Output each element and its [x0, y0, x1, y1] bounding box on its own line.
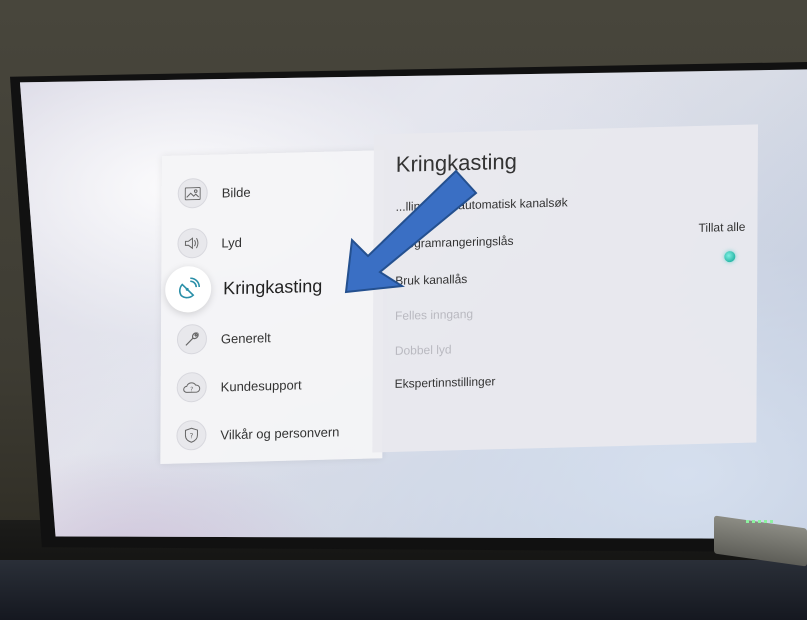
sidebar-item-vilkar[interactable]: ? Vilkår og personvern [176, 413, 339, 453]
sidebar-item-kringkasting[interactable]: Kringkasting [165, 265, 323, 313]
rating-lock-value: Tillat alle [698, 219, 746, 235]
sidebar-item-label: Kundesupport [220, 376, 302, 394]
sidebar-item-lyd[interactable]: Lyd [177, 224, 242, 262]
sidebar-item-label: Vilkår og personvern [220, 423, 340, 442]
row-label: Programrangeringslås [395, 233, 514, 251]
sidebar-item-label: Lyd [221, 234, 242, 250]
settings-content: Kringkasting ...llinger for automatisk k… [372, 124, 758, 453]
svg-text:?: ? [190, 432, 194, 440]
shield-icon: ? [176, 419, 207, 451]
channel-lock-toggle[interactable] [724, 250, 736, 263]
row-program-rating-lock[interactable]: Programrangeringslås [395, 234, 513, 251]
sidebar-item-label: Kringkasting [223, 275, 323, 298]
svg-text:?: ? [190, 386, 193, 393]
picture-icon [177, 177, 208, 209]
row-expert-settings[interactable]: Ekspertinnstillinger [395, 374, 496, 391]
sidebar-item-label: Generelt [220, 329, 271, 346]
row-auto-channel-search[interactable]: ...llinger for automatisk kanalsøk [396, 195, 568, 214]
settings-menu: Bilde Lyd Kringkasting Generelt ? Kundes… [160, 124, 758, 465]
tv-stand-top [0, 560, 807, 620]
sidebar-item-generelt[interactable]: Generelt [176, 319, 271, 357]
support-cloud-icon: ? [176, 371, 207, 403]
satellite-dish-icon [165, 265, 212, 313]
wrench-icon [176, 323, 208, 355]
sidebar-item-kundesupport[interactable]: ? Kundesupport [176, 366, 302, 405]
settop-led [746, 520, 774, 523]
row-channel-lock[interactable]: Bruk kanallås [395, 272, 467, 288]
sidebar-item-bilde[interactable]: Bilde [177, 174, 251, 212]
row-dual-audio: Dobbel lyd [394, 342, 452, 358]
page-title: Kringkasting [395, 148, 517, 177]
row-common-interface: Felles inngang [395, 306, 474, 323]
sidebar-item-label: Bilde [221, 184, 251, 200]
settings-sidebar: Bilde Lyd Kringkasting Generelt ? Kundes… [160, 150, 384, 465]
speaker-icon [177, 227, 208, 259]
